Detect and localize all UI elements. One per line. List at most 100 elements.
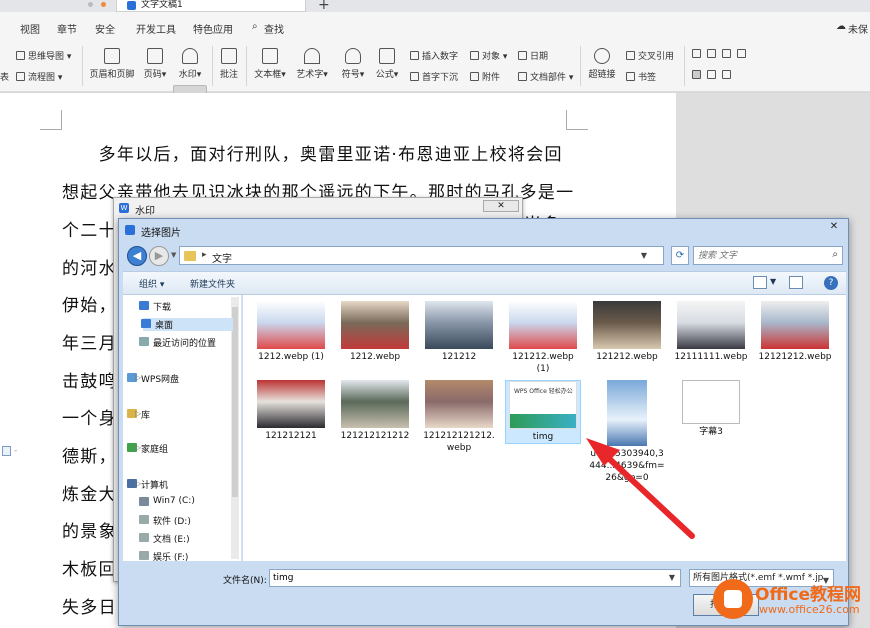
formula-button[interactable]: 公式▾ (372, 48, 402, 80)
layout-icon (692, 70, 701, 79)
nav-scrollbar-thumb[interactable] (232, 307, 238, 497)
insert-number-button[interactable]: 插入数字 (410, 49, 458, 62)
outline-icon[interactable] (2, 446, 11, 456)
cross-ref-label: 交叉引用 (638, 52, 675, 62)
path-segment[interactable]: 文字 (212, 250, 232, 265)
file-item[interactable]: 12121212.webp (757, 301, 833, 363)
refresh-button[interactable]: ⟳ (671, 246, 689, 265)
menu-bar: 视图 章节 安全 开发工具 特色应用 ⌕ 查找 ☁ 未保 (0, 12, 870, 40)
attachment-button[interactable]: 附件 (470, 70, 500, 83)
watermark-button-content[interactable]: 水印▾ (174, 48, 206, 80)
nav-item[interactable]: 最近访问的位置 (139, 336, 216, 349)
path-box[interactable]: ▸ 文字 ▼ (179, 246, 664, 265)
nav-item[interactable]: 娱乐 (F:) (139, 550, 189, 563)
document-tab[interactable]: 文字文稿1 (116, 0, 306, 12)
file-item[interactable]: 121212 (421, 301, 497, 363)
file-item[interactable]: 121212.webp (589, 301, 665, 363)
file-item[interactable]: u=145303940,3444...4639&fm=26&gp=0 (589, 380, 665, 484)
art-text-button[interactable]: 艺术字▾ (294, 48, 330, 80)
expand-triangle-icon[interactable]: ▷ (135, 443, 141, 452)
menu-chapter[interactable]: 章节 (57, 21, 77, 36)
comment-button[interactable]: 批注 (216, 48, 242, 80)
menu-dev-tools[interactable]: 开发工具 (136, 21, 176, 36)
layout-icons-row2[interactable] (692, 70, 734, 81)
nav-item[interactable]: 下载 (139, 300, 171, 313)
file-item[interactable]: 12111111.webp (673, 301, 749, 363)
layout-icon (721, 49, 731, 58)
picker-close-button[interactable]: ✕ (825, 221, 843, 234)
file-item[interactable]: 1212.webp (1) (253, 301, 329, 363)
help-icon[interactable]: ? (824, 276, 838, 290)
filename-input[interactable] (273, 571, 653, 585)
menu-special-apps[interactable]: 特色应用 (193, 21, 233, 36)
layout-icon (706, 70, 716, 79)
file-item[interactable]: 121212121 (253, 380, 329, 442)
symbol-button[interactable]: 符号▾ (338, 48, 368, 80)
object-button[interactable]: 对象 ▾ (470, 49, 507, 62)
chevron-down-icon[interactable]: ▼ (669, 573, 675, 582)
filename-field[interactable]: ▼ (269, 569, 681, 587)
nav-item[interactable]: 桌面 (141, 318, 233, 331)
nav-item[interactable]: Win7 (C:) (139, 496, 195, 506)
nav-item[interactable]: 家庭组 (127, 442, 168, 455)
search-icon[interactable]: ⌕ (252, 21, 258, 32)
new-folder-button[interactable]: 新建文件夹 (190, 277, 235, 290)
file-item[interactable]: WPS Office 轻松办公 timg (505, 380, 581, 444)
watermark-close-button[interactable]: ✕ (483, 200, 519, 212)
nav-item[interactable]: 软件 (D:) (139, 514, 191, 527)
drop-cap-button[interactable]: 首字下沉 (410, 70, 458, 83)
menu-find[interactable]: 查找 (264, 21, 284, 36)
expand-triangle-icon[interactable]: ▷ (135, 373, 141, 382)
nav-item[interactable]: WPS网盘 (127, 372, 179, 385)
layout-icon (736, 49, 746, 58)
hyperlink-button[interactable]: 超链接 (586, 48, 618, 80)
menu-security[interactable]: 安全 (95, 21, 115, 36)
expand-triangle-icon[interactable]: ▷ (135, 479, 141, 488)
nav-item[interactable]: 计算机 (127, 478, 168, 491)
file-item[interactable]: 121212121212.webp (421, 380, 497, 454)
file-item[interactable]: 121212121212 (337, 380, 413, 442)
bookmark-button[interactable]: 书签 (626, 70, 656, 83)
preview-pane-icon[interactable] (789, 276, 803, 289)
file-item[interactable]: 121212.webp (1) (505, 301, 581, 375)
date-button[interactable]: 日期 (518, 49, 548, 62)
file-name: 字幕3 (699, 427, 723, 437)
nav-folder-icon (139, 551, 149, 560)
nav-item[interactable]: 库 (127, 408, 150, 421)
back-button[interactable]: ◀ (127, 246, 147, 266)
organize-button[interactable]: 组织 ▾ (139, 277, 164, 290)
page-number-button[interactable]: 页码▾ (140, 48, 170, 80)
flowchart-button[interactable]: 流程图 ▾ (16, 70, 62, 83)
textbox-button[interactable]: 文本框▾ (252, 48, 288, 80)
doc-parts-button[interactable]: 文档部件 ▾ (518, 70, 573, 83)
search-icon[interactable]: ⌕ (832, 249, 838, 260)
cross-ref-button[interactable]: 交叉引用 (626, 49, 674, 62)
file-item[interactable]: 字幕3 (673, 380, 749, 438)
flowchart-label: 流程图 (28, 73, 56, 83)
link-icon (594, 48, 610, 64)
view-dropdown-icon[interactable]: ▼ (770, 277, 776, 286)
comment-icon (221, 48, 237, 64)
expand-triangle-icon[interactable]: ▷ (135, 409, 141, 418)
file-name: 121212 (441, 352, 477, 362)
file-thumbnail (682, 380, 740, 424)
nav-item-label: 娱乐 (F:) (153, 553, 189, 563)
file-name: 1212.webp (349, 352, 401, 362)
search-input[interactable] (698, 248, 823, 263)
hyperlink-label: 超链接 (588, 70, 616, 80)
nav-item[interactable]: 文档 (E:) (139, 532, 190, 545)
view-options-icon[interactable] (753, 276, 767, 289)
header-footer-button[interactable]: 页眉和页脚 (88, 48, 136, 80)
file-item[interactable]: 1212.webp (337, 301, 413, 363)
forward-button[interactable]: ▶ (149, 246, 169, 266)
mind-map-button[interactable]: 思维导图 ▾ (16, 49, 71, 62)
menu-view[interactable]: 视图 (20, 21, 40, 36)
divider (684, 46, 685, 86)
search-box[interactable]: ⌕ (693, 246, 843, 265)
layout-icons-row1[interactable] (692, 49, 749, 60)
file-thumbnail (761, 301, 829, 349)
office-logo-icon (713, 579, 753, 619)
chevron-down-icon[interactable]: ▼ (641, 251, 647, 260)
nav-scrollbar[interactable] (231, 297, 239, 559)
history-dropdown-icon[interactable]: ▼ (171, 251, 176, 259)
